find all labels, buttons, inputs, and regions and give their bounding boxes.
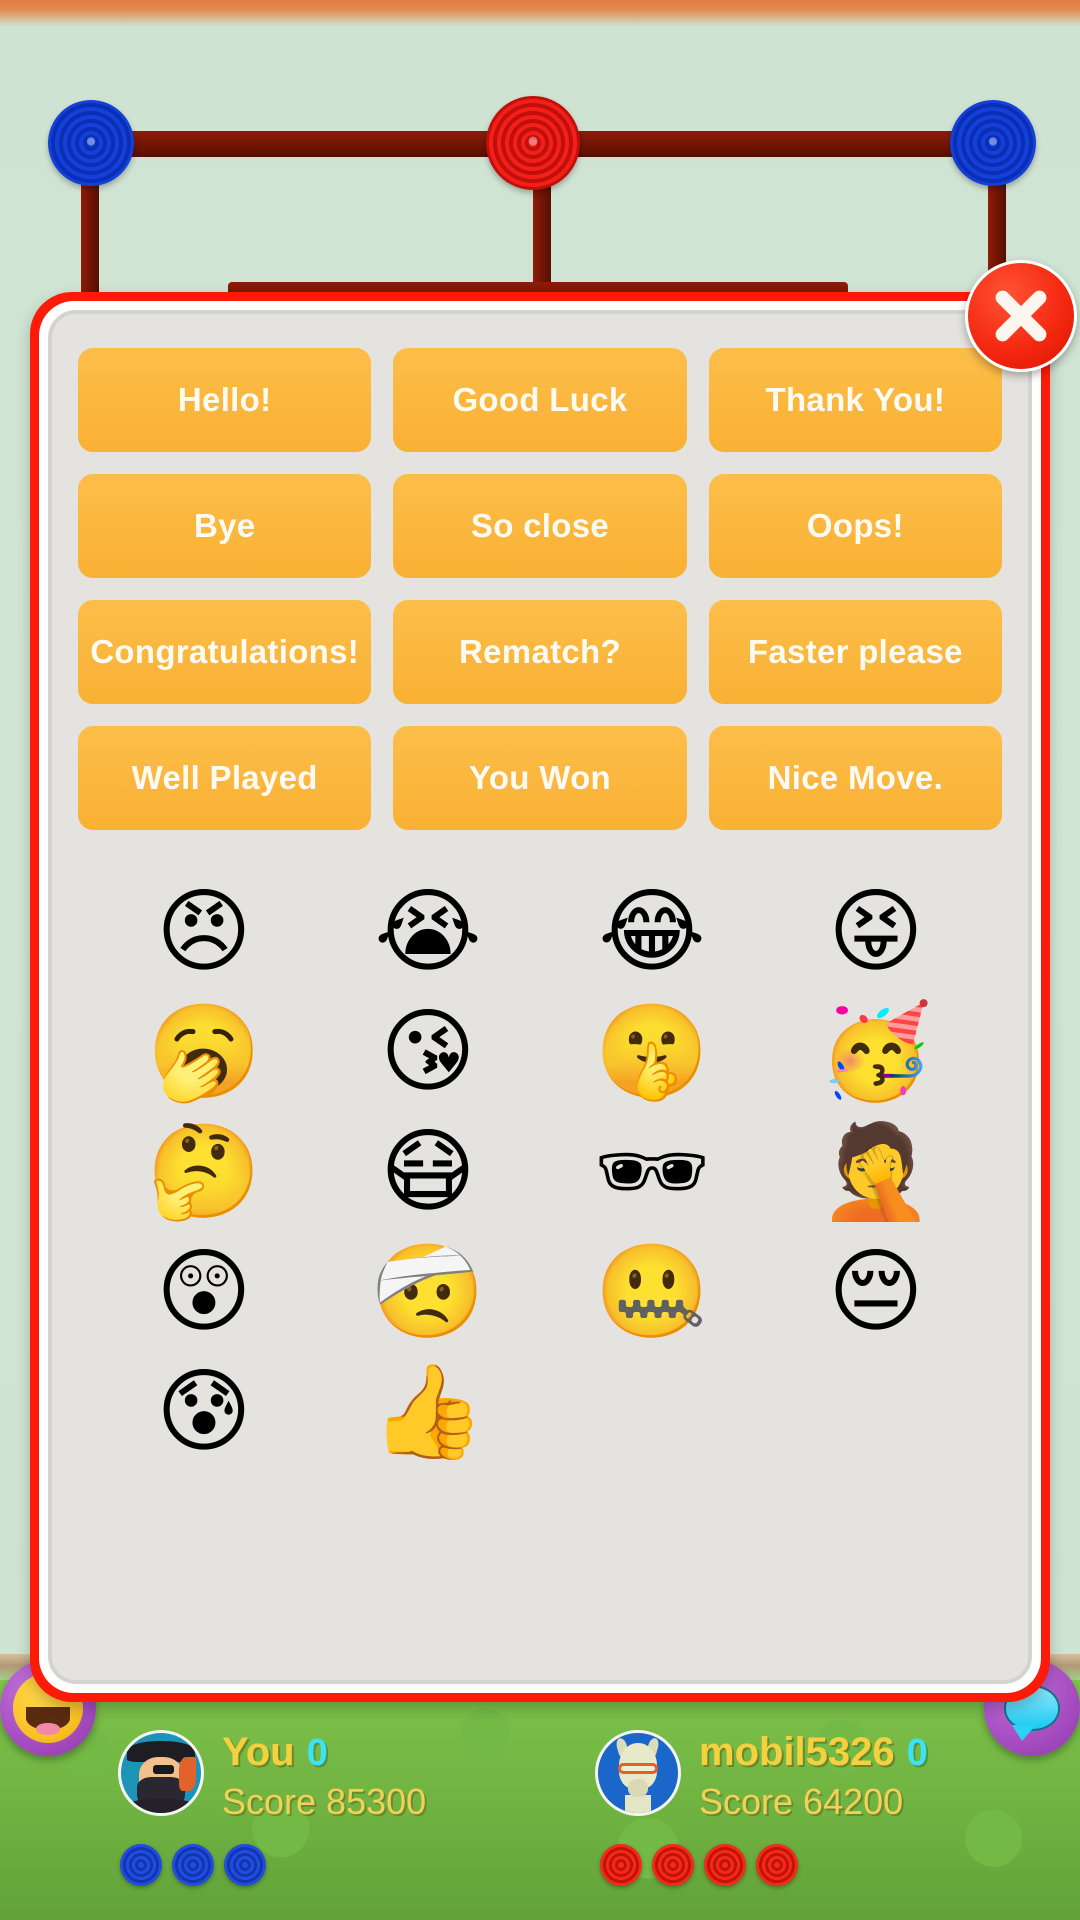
loudly-crying-face-emoji: 😭	[374, 878, 482, 985]
quick-message-nice-move[interactable]: Nice Move.	[708, 726, 1002, 830]
face-with-head-bandage-emoji: 🤕	[370, 1238, 486, 1345]
board-puck-blue-left[interactable]	[48, 100, 134, 186]
quick-message-bye[interactable]: Bye	[78, 474, 372, 578]
face-with-medical-mask-emoji-button[interactable]: 😷	[316, 1114, 540, 1230]
squinting-face-tongue-emoji-button[interactable]: 😝	[764, 874, 988, 990]
player-puck-blue	[224, 1844, 266, 1886]
angry-face-emoji-button[interactable]: 😠	[92, 874, 316, 990]
board-rail-assembly	[0, 0, 1080, 320]
quick-message-faster-please[interactable]: Faster please	[708, 600, 1002, 704]
emoji-grid-empty-cell	[540, 1354, 764, 1470]
quick-message-grid: Hello! Good Luck Thank You! Bye So close…	[78, 348, 1002, 830]
face-palm-emoji: 🤦	[818, 1118, 934, 1225]
face-palm-emoji-button[interactable]: 🤦	[764, 1114, 988, 1230]
face-with-head-bandage-emoji-button[interactable]: 🤕	[316, 1234, 540, 1350]
loudly-crying-face-emoji-button[interactable]: 😭	[316, 874, 540, 990]
cool-sunglasses-face-emoji-button[interactable]: 🕶	[540, 1114, 764, 1230]
player-status-bar: You 0 Score 85300 mobil5326 0 Score 6420…	[0, 1690, 1080, 1920]
player-card-opponent: mobil5326 0 Score 64200	[595, 1730, 928, 1823]
shocked-face-clock-emoji-button[interactable]: 😲	[92, 1234, 316, 1350]
llama-avatar[interactable]	[595, 1730, 681, 1816]
emoji-chat-dialog: Hello! Good Luck Thank You! Bye So close…	[30, 292, 1050, 1702]
pirate-eyepatch-shape	[153, 1765, 174, 1774]
shushing-face-emoji: 🤫	[594, 998, 710, 1105]
llama-glasses-shape	[618, 1763, 658, 1774]
player-name: You	[222, 1730, 295, 1774]
player-puck-red	[704, 1844, 746, 1886]
partying-face-emoji: 🥳	[818, 998, 934, 1105]
shocked-face-clock-emoji: 😲	[156, 1238, 252, 1345]
player-score: Score 64200	[699, 1781, 904, 1822]
player-name-row: You 0	[222, 1730, 426, 1775]
zipper-mouth-face-emoji: 🤐	[594, 1238, 710, 1345]
squinting-face-tongue-emoji: 😝	[828, 878, 924, 985]
player-puck-tray-opponent	[600, 1844, 798, 1886]
yawning-face-emoji-button[interactable]: 🥱	[92, 994, 316, 1110]
player-info-opponent: mobil5326 0 Score 64200	[699, 1730, 928, 1823]
pirate-bandana-shape	[178, 1757, 197, 1791]
player-card-you: You 0 Score 85300	[118, 1730, 426, 1823]
player-name-row: mobil5326 0	[699, 1730, 928, 1775]
close-dialog-button[interactable]	[965, 260, 1077, 372]
dialog-white-ring: Hello! Good Luck Thank You! Bye So close…	[39, 301, 1041, 1693]
player-puck-tray-you	[120, 1844, 266, 1886]
anxious-face-with-sweat-emoji: 😰	[156, 1358, 252, 1465]
face-blowing-kiss-emoji: 😘	[380, 998, 476, 1105]
emoji-grid-empty-cell	[764, 1354, 988, 1470]
player-puck-blue	[120, 1844, 162, 1886]
game-screen: { "game": { "background_color": "#cfe3d3…	[0, 0, 1080, 1920]
pirate-avatar[interactable]	[118, 1730, 204, 1816]
quick-message-so-close[interactable]: So close	[393, 474, 687, 578]
zipper-mouth-face-emoji-button[interactable]: 🤐	[540, 1234, 764, 1350]
board-puck-red-center[interactable]	[486, 96, 580, 190]
player-puck-blue	[172, 1844, 214, 1886]
board-puck-blue-right[interactable]	[950, 100, 1036, 186]
quick-message-thank-you[interactable]: Thank You!	[708, 348, 1002, 452]
pensive-face-emoji: 😔	[828, 1238, 924, 1345]
quick-message-oops[interactable]: Oops!	[708, 474, 1002, 578]
quick-message-rematch[interactable]: Rematch?	[393, 600, 687, 704]
thinking-face-emoji: 🤔	[146, 1118, 262, 1225]
dialog-content: Hello! Good Luck Thank You! Bye So close…	[48, 310, 1032, 1684]
thumbs-up-emoji-button[interactable]: 👍	[316, 1354, 540, 1470]
quick-message-congratulations[interactable]: Congratulations!	[78, 600, 372, 704]
face-blowing-kiss-emoji-button[interactable]: 😘	[316, 994, 540, 1110]
face-with-medical-mask-emoji: 😷	[380, 1118, 476, 1225]
thumbs-up-emoji: 👍	[370, 1358, 486, 1465]
face-with-tears-of-joy-emoji: 😂	[598, 878, 706, 985]
partying-face-emoji-button[interactable]: 🥳	[764, 994, 988, 1110]
emoji-picker-grid: 😠 😭 😂 😝 🥱 😘 🤫 🥳 🤔 😷 🕶 🤦 😲 🤕 🤐 😔 😰 👍	[78, 856, 1002, 1470]
face-with-tears-of-joy-emoji-button[interactable]: 😂	[540, 874, 764, 990]
yawning-face-emoji: 🥱	[146, 998, 262, 1105]
player-name: mobil5326	[699, 1730, 895, 1774]
quick-message-you-won[interactable]: You Won	[393, 726, 687, 830]
player-puck-red	[600, 1844, 642, 1886]
player-puck-red	[652, 1844, 694, 1886]
quick-message-good-luck[interactable]: Good Luck	[393, 348, 687, 452]
llama-neck-shape	[625, 1795, 651, 1813]
player-score: Score 85300	[222, 1781, 427, 1822]
cool-sunglasses-face-emoji: 🕶	[593, 1118, 711, 1225]
pirate-body-shape	[129, 1798, 193, 1813]
pensive-face-emoji-button[interactable]: 😔	[764, 1234, 988, 1350]
quick-message-hello[interactable]: Hello!	[78, 348, 372, 452]
llama-snout-shape	[628, 1779, 648, 1797]
shushing-face-emoji-button[interactable]: 🤫	[540, 994, 764, 1110]
player-puck-red	[756, 1844, 798, 1886]
quick-message-well-played[interactable]: Well Played	[78, 726, 372, 830]
angry-face-emoji: 😠	[156, 878, 252, 985]
anxious-face-with-sweat-emoji-button[interactable]: 😰	[92, 1354, 316, 1470]
player-count: 0	[906, 1732, 928, 1774]
player-info-you: You 0 Score 85300	[222, 1730, 426, 1823]
thinking-face-emoji-button[interactable]: 🤔	[92, 1114, 316, 1230]
player-count: 0	[306, 1732, 328, 1774]
